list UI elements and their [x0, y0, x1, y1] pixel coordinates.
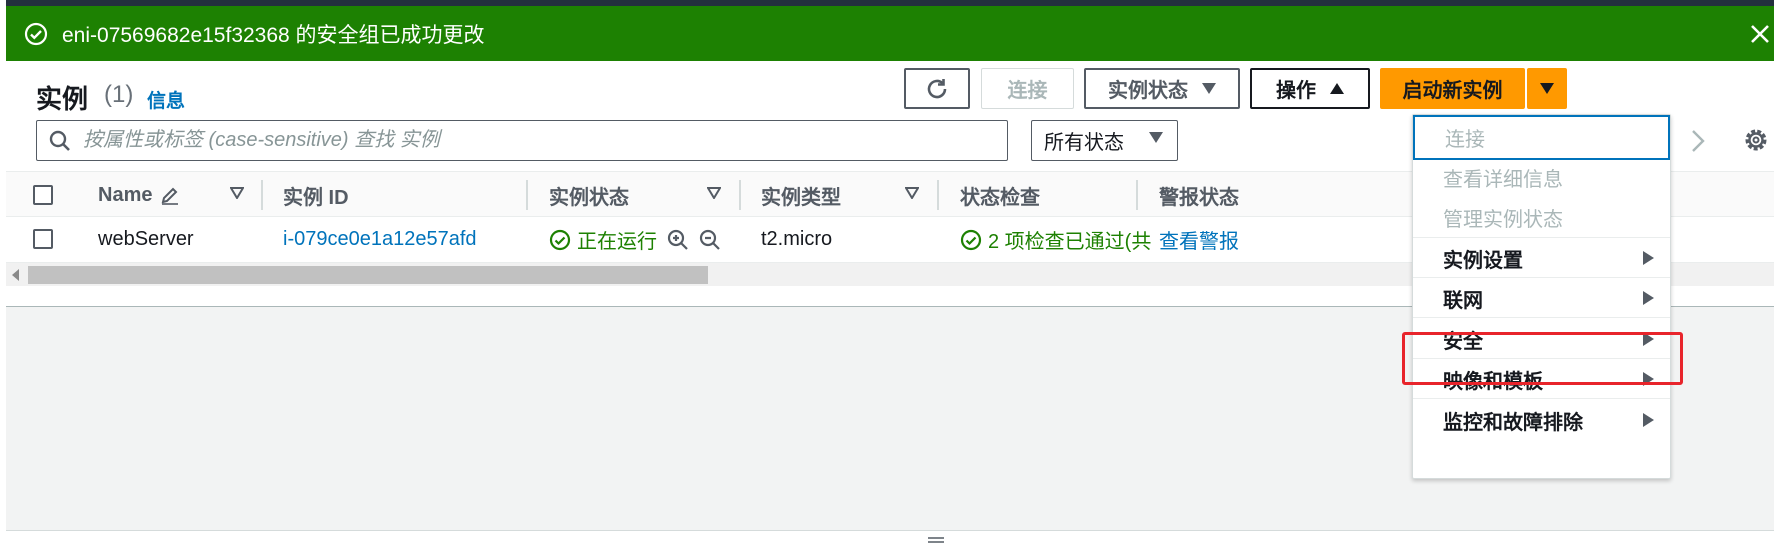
menu-item-label: 连接 — [1445, 129, 1485, 151]
cell-state: 正在运行 — [549, 217, 721, 262]
sort-icon[interactable] — [230, 187, 244, 199]
sort-icon[interactable] — [905, 187, 919, 199]
column-divider[interactable] — [1136, 180, 1138, 210]
cell-type: t2.micro — [761, 228, 833, 250]
menu-item-label: 实例设置 — [1443, 250, 1523, 272]
search-input[interactable] — [83, 121, 1007, 160]
menu-item-instance-settings[interactable]: 实例设置 — [1413, 236, 1670, 281]
state-filter-value: 所有状态 — [1044, 132, 1124, 154]
menu-item-networking[interactable]: 联网 — [1413, 276, 1670, 321]
instance-state-dropdown[interactable]: 实例状态 — [1084, 68, 1240, 109]
menu-item-label: 管理实例状态 — [1443, 209, 1563, 231]
split-panel-bar — [6, 530, 1774, 546]
connect-button[interactable]: 连接 — [981, 68, 1074, 109]
status-check-text: 2 项检查已通过(共 — [988, 231, 1152, 253]
column-label: 实例 ID — [283, 186, 349, 209]
success-check-icon — [549, 229, 571, 250]
launch-label: 启动新实例 — [1402, 80, 1503, 102]
cell-name: webServer — [98, 228, 194, 250]
refresh-button[interactable] — [904, 68, 970, 109]
column-divider[interactable] — [937, 180, 939, 210]
state-filter-select[interactable]: 所有状态 — [1031, 120, 1178, 161]
page-title: 实例 — [36, 84, 89, 114]
success-check-icon — [24, 22, 48, 45]
sort-icon[interactable] — [707, 187, 721, 199]
row-checkbox[interactable] — [33, 229, 53, 249]
menu-item-label: 安全 — [1443, 331, 1483, 353]
submenu-arrow-icon — [1643, 372, 1654, 386]
cell-instance-id-link[interactable]: i-079ce0e1a12e57afd — [283, 217, 477, 262]
submenu-arrow-icon — [1643, 251, 1654, 265]
column-label: 实例类型 — [761, 186, 841, 209]
submenu-arrow-icon — [1643, 291, 1654, 305]
menu-item-connect[interactable]: 连接 — [1413, 115, 1670, 160]
actions-dropdown[interactable]: 操作 — [1250, 68, 1370, 109]
zoom-out-icon[interactable] — [699, 229, 721, 251]
menu-item-label: 映像和模板 — [1443, 371, 1543, 393]
caret-down-icon — [1540, 83, 1554, 94]
success-check-icon — [960, 229, 982, 250]
caret-down-icon — [1202, 83, 1216, 94]
menu-item-label: 联网 — [1443, 290, 1483, 312]
column-label: 警报状态 — [1159, 186, 1239, 209]
instance-count: (1) — [104, 81, 134, 108]
scrollbar-thumb[interactable] — [28, 266, 708, 284]
submenu-arrow-icon — [1643, 413, 1654, 427]
search-bar — [36, 120, 1008, 161]
chevron-right-icon[interactable] — [1683, 123, 1713, 159]
zoom-in-icon[interactable] — [667, 229, 689, 251]
column-label: 实例状态 — [549, 186, 629, 209]
success-flashbar: eni-07569682e15f32368 的安全组已成功更改 — [6, 6, 1774, 61]
menu-item-security[interactable]: 安全 — [1413, 317, 1670, 362]
menu-item-images-templates[interactable]: 映像和模板 — [1413, 357, 1670, 402]
gear-icon[interactable] — [1741, 125, 1771, 155]
column-divider[interactable] — [261, 180, 263, 210]
menu-item-view-details[interactable]: 查看详细信息 — [1413, 155, 1670, 200]
drag-handle-icon[interactable] — [926, 537, 946, 545]
caret-down-icon — [1149, 132, 1163, 143]
launch-instances-button[interactable]: 启动新实例 — [1380, 68, 1525, 109]
cell-alarm-link[interactable]: 查看警报 — [1159, 217, 1239, 262]
menu-item-label: 监控和故障排除 — [1443, 412, 1583, 434]
column-divider[interactable] — [739, 180, 741, 210]
menu-item-manage-state[interactable]: 管理实例状态 — [1413, 195, 1670, 240]
state-text: 正在运行 — [577, 231, 657, 253]
cell-status-check: 2 项检查已通过(共 — [960, 217, 1151, 262]
column-divider[interactable] — [526, 180, 528, 210]
column-header-name[interactable]: Name — [98, 172, 258, 218]
column-header-instance-id[interactable]: 实例 ID — [283, 172, 523, 218]
refresh-icon — [927, 78, 947, 98]
edit-pencil-icon — [162, 187, 179, 205]
actions-menu: 连接 查看详细信息 管理实例状态 实例设置 联网 安全 映像和模板 监控和故障排… — [1412, 114, 1671, 479]
close-icon[interactable] — [1744, 18, 1774, 48]
column-label: Name — [98, 183, 153, 206]
flash-message: eni-07569682e15f32368 的安全组已成功更改 — [62, 23, 485, 47]
actions-label: 操作 — [1276, 80, 1316, 102]
column-header-alarm[interactable]: 警报状态 — [1159, 172, 1259, 218]
info-link[interactable]: 信息 — [147, 86, 185, 113]
column-header-state[interactable]: 实例状态 — [549, 172, 729, 218]
instance-state-label: 实例状态 — [1108, 80, 1188, 102]
submenu-arrow-icon — [1643, 332, 1654, 346]
column-header-type[interactable]: 实例类型 — [761, 172, 931, 218]
column-label: 状态检查 — [960, 186, 1040, 209]
menu-item-monitor-troubleshoot[interactable]: 监控和故障排除 — [1413, 398, 1670, 443]
caret-up-icon — [1330, 83, 1344, 94]
scroll-left-icon[interactable] — [12, 269, 20, 281]
connect-button-label: 连接 — [1007, 80, 1048, 102]
column-header-status-check[interactable]: 状态检查 — [960, 172, 1130, 218]
search-icon — [49, 130, 70, 151]
menu-item-label: 查看详细信息 — [1443, 169, 1563, 191]
select-all-checkbox[interactable] — [33, 185, 53, 205]
launch-options-dropdown[interactable] — [1527, 68, 1567, 109]
